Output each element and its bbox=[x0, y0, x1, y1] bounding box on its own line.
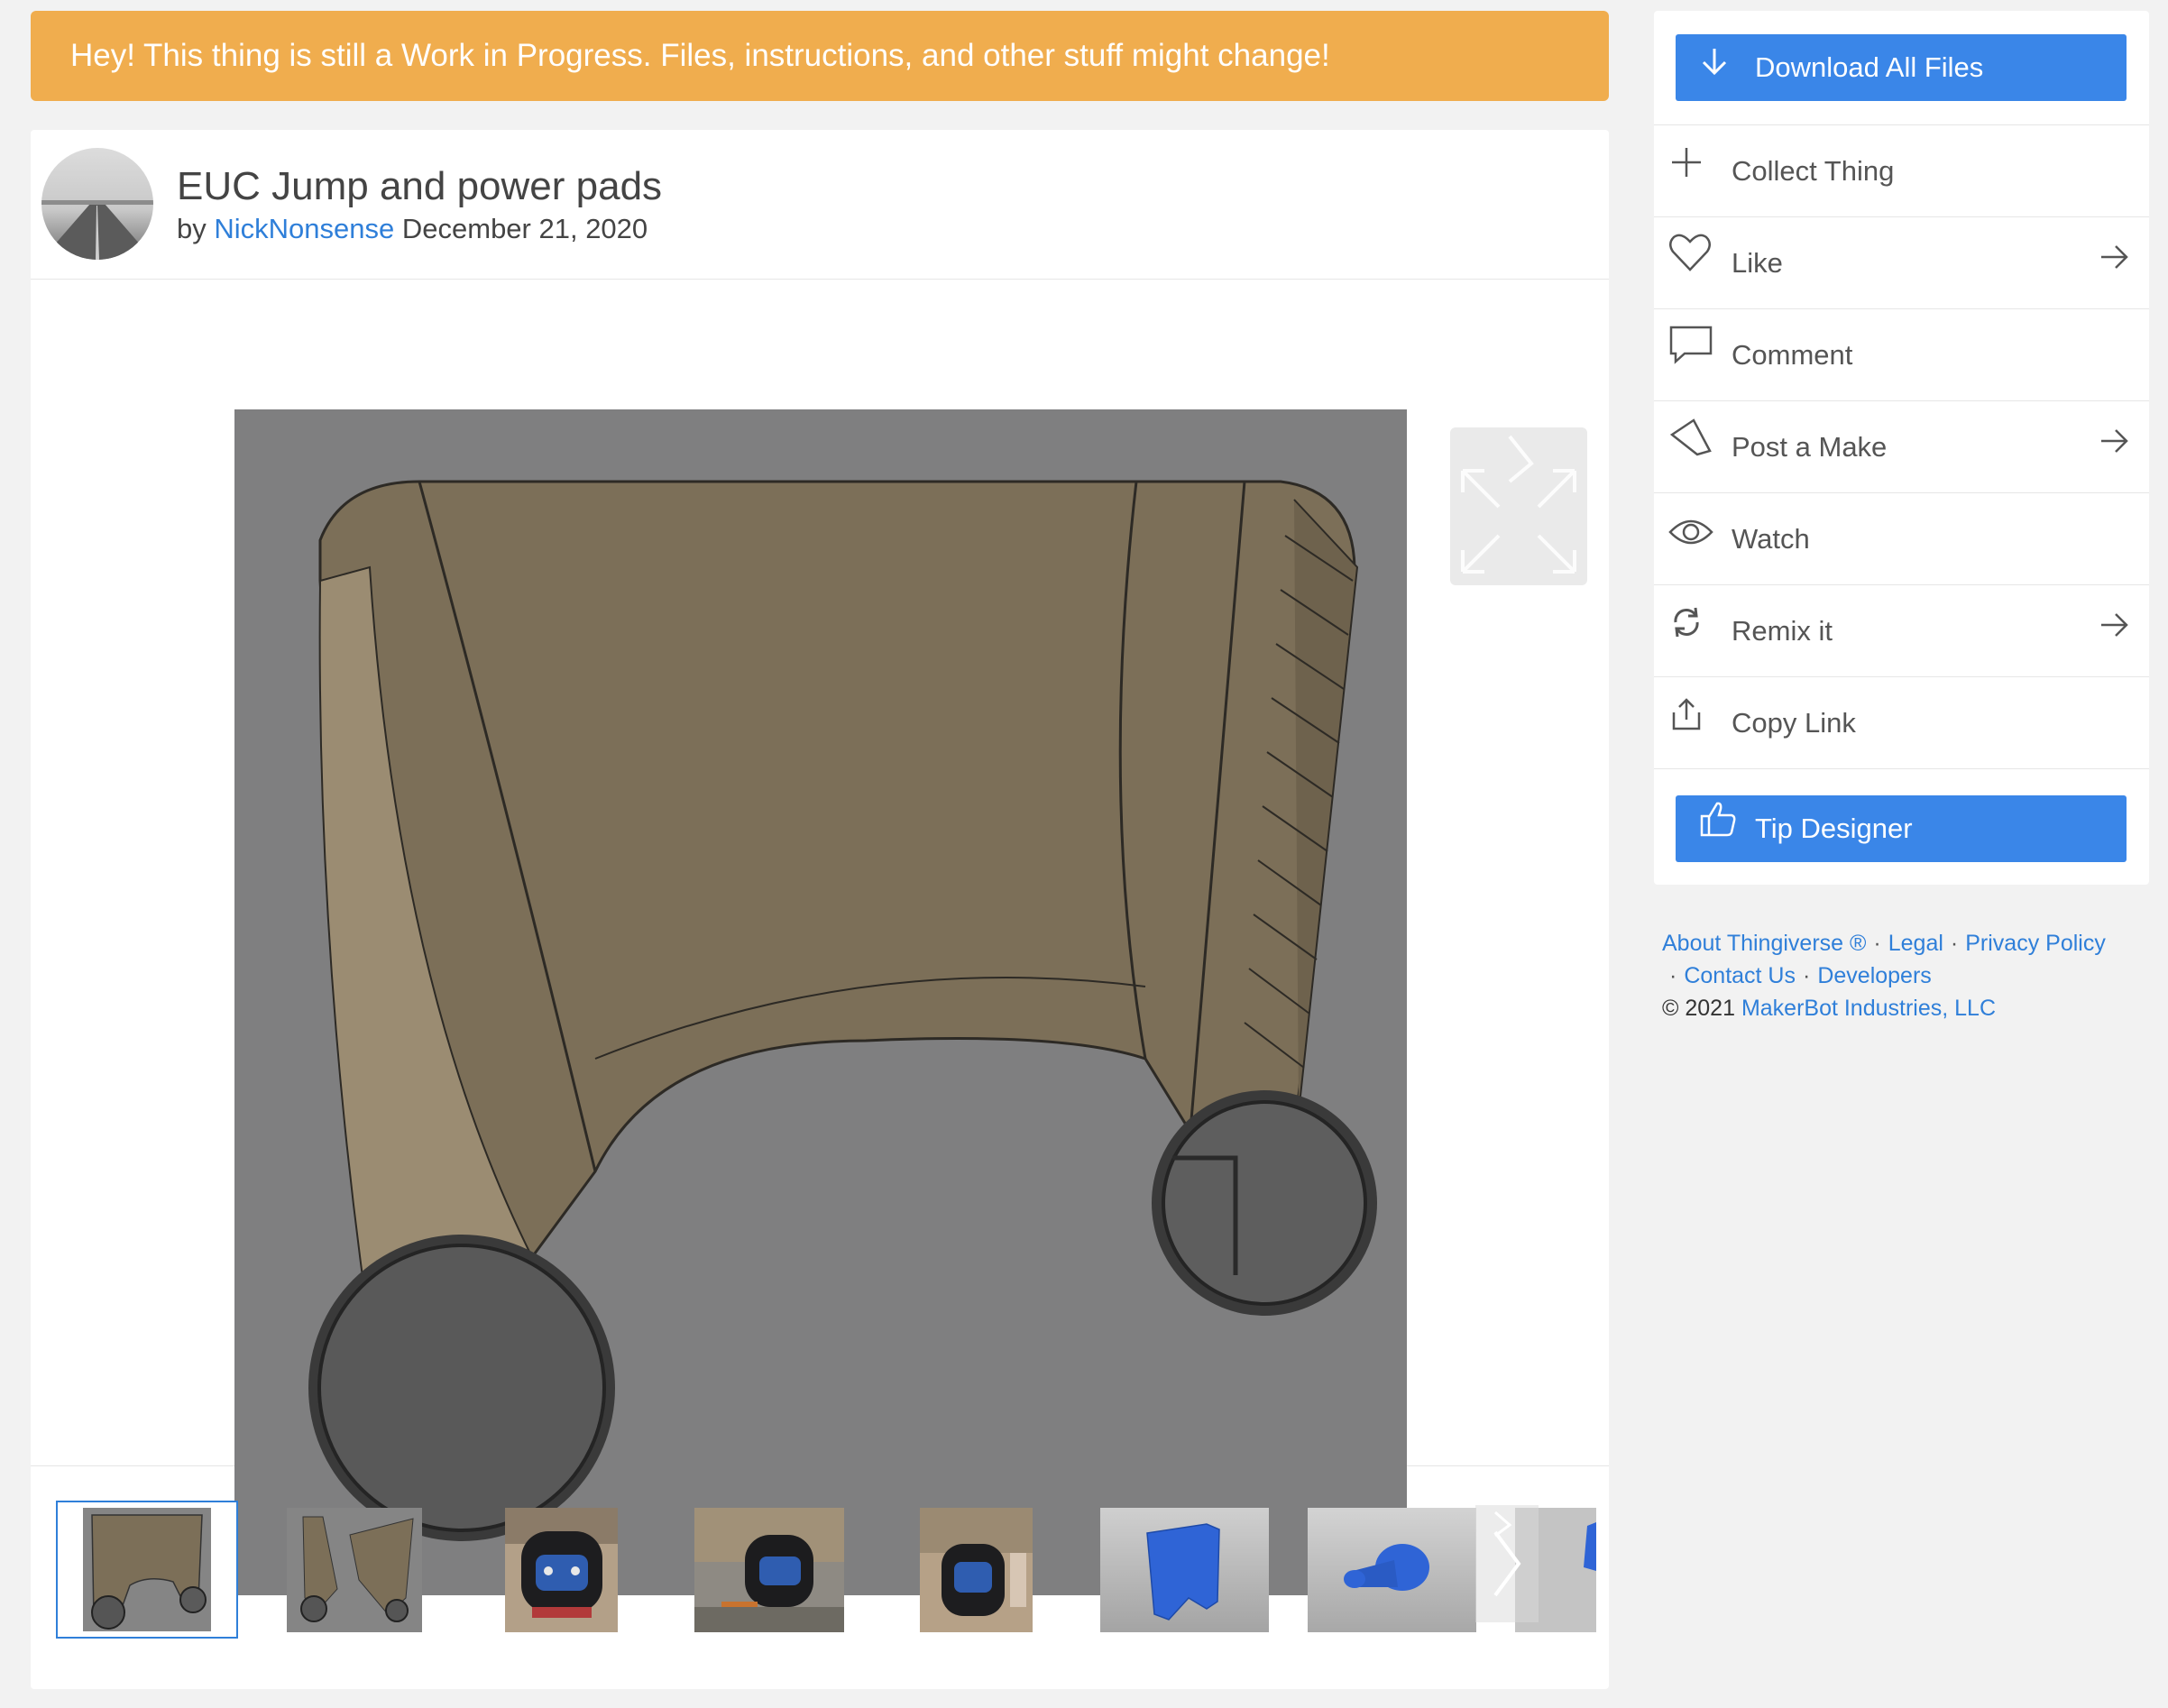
makerbot-link[interactable]: MakerBot Industries, LLC bbox=[1741, 996, 1996, 1021]
thumbnail-2[interactable] bbox=[287, 1508, 422, 1632]
separator: · bbox=[1873, 931, 1881, 956]
thumbnail-3[interactable] bbox=[505, 1508, 618, 1632]
like-label: Like bbox=[1732, 247, 1783, 279]
copy-link-button[interactable]: Copy Link bbox=[1654, 676, 2149, 768]
like-button[interactable]: Like bbox=[1654, 216, 2149, 308]
footer-links-row-1: About Thingiverse ® · Legal · Privacy Policy bbox=[1662, 927, 2149, 960]
about-thingiverse-link[interactable]: About Thingiverse ® bbox=[1662, 931, 1866, 956]
fullscreen-expand-button[interactable] bbox=[1450, 427, 1587, 585]
developers-link[interactable]: Developers bbox=[1817, 963, 1931, 988]
image-viewer bbox=[31, 279, 1609, 1595]
comment-icon bbox=[1668, 309, 1713, 401]
post-a-make-label: Post a Make bbox=[1732, 431, 1888, 463]
thumbnail-5[interactable] bbox=[920, 1508, 1033, 1632]
thing-header: EUC Jump and power pads by NickNonsense … bbox=[31, 130, 1609, 280]
legal-link[interactable]: Legal bbox=[1888, 931, 1943, 956]
download-label: Download All Files bbox=[1755, 51, 1984, 83]
thumbnail-4[interactable] bbox=[694, 1508, 844, 1632]
arrow-right-icon bbox=[2099, 585, 2129, 677]
copyright-text: © 2021 bbox=[1662, 996, 1735, 1021]
comment-label: Comment bbox=[1732, 339, 1853, 371]
collect-label: Collect Thing bbox=[1732, 155, 1895, 187]
thing-actions-sidebar: Download All Files Collect Thing Like Co… bbox=[1654, 11, 2149, 885]
footer-links-row-2: · Contact Us · Developers bbox=[1662, 960, 2149, 992]
thumbnail-1[interactable] bbox=[56, 1501, 238, 1639]
thumbnail-strip bbox=[31, 1466, 1609, 1689]
remix-it-button[interactable]: Remix it bbox=[1654, 584, 2149, 676]
contact-us-link[interactable]: Contact Us bbox=[1684, 963, 1796, 988]
separator: · bbox=[1803, 963, 1811, 988]
tip-designer-label: Tip Designer bbox=[1755, 813, 1913, 844]
remix-icon bbox=[1668, 585, 1704, 677]
thumbnail-7[interactable] bbox=[1308, 1508, 1476, 1632]
privacy-policy-link[interactable]: Privacy Policy bbox=[1965, 931, 2106, 956]
work-in-progress-banner: Hey! This thing is still a Work in Progr… bbox=[31, 11, 1609, 101]
thumbs-up-icon bbox=[1699, 795, 1737, 862]
copy-link-label: Copy Link bbox=[1732, 707, 1856, 739]
author-link[interactable]: NickNonsense bbox=[214, 213, 394, 244]
download-arrow-icon bbox=[1699, 34, 1730, 101]
footer-copyright: © 2021 MakerBot Industries, LLC bbox=[1662, 992, 2149, 1024]
separator: · bbox=[1669, 963, 1677, 988]
plus-icon bbox=[1668, 125, 1704, 217]
arrow-right-icon bbox=[2099, 217, 2129, 309]
chevron-right-icon bbox=[1475, 1505, 1539, 1622]
divider bbox=[1654, 768, 2149, 769]
thing-card: EUC Jump and power pads by NickNonsense … bbox=[31, 130, 1609, 1689]
banner-text: Hey! This thing is still a Work in Progr… bbox=[70, 38, 1330, 73]
heart-icon bbox=[1668, 217, 1712, 309]
watch-label: Watch bbox=[1732, 523, 1810, 555]
author-avatar[interactable] bbox=[41, 148, 153, 260]
thing-byline: by NickNonsense December 21, 2020 bbox=[177, 213, 648, 245]
thumbnail-6[interactable] bbox=[1100, 1508, 1269, 1632]
expand-icon bbox=[1450, 427, 1587, 585]
collect-thing-button[interactable]: Collect Thing bbox=[1654, 124, 2149, 216]
site-footer: About Thingiverse ® · Legal · Privacy Policy… bbox=[1662, 927, 2149, 1024]
share-icon bbox=[1668, 677, 1704, 769]
thing-title: EUC Jump and power pads bbox=[177, 164, 663, 208]
eye-icon bbox=[1668, 493, 1713, 585]
comment-button[interactable]: Comment bbox=[1654, 308, 2149, 400]
publish-date: December 21, 2020 bbox=[401, 213, 648, 244]
arrow-right-icon bbox=[2099, 401, 2129, 493]
watch-button[interactable]: Watch bbox=[1654, 492, 2149, 584]
separator: · bbox=[1950, 931, 1959, 956]
pencil-icon bbox=[1668, 401, 1713, 493]
main-image[interactable] bbox=[234, 409, 1407, 1595]
post-a-make-button[interactable]: Post a Make bbox=[1654, 400, 2149, 492]
by-label: by bbox=[177, 213, 207, 244]
remix-label: Remix it bbox=[1732, 615, 1833, 647]
tip-designer-button[interactable]: Tip Designer bbox=[1676, 795, 2127, 862]
thumbnail-next-button[interactable] bbox=[1475, 1505, 1539, 1622]
download-all-files-button[interactable]: Download All Files bbox=[1676, 34, 2127, 101]
